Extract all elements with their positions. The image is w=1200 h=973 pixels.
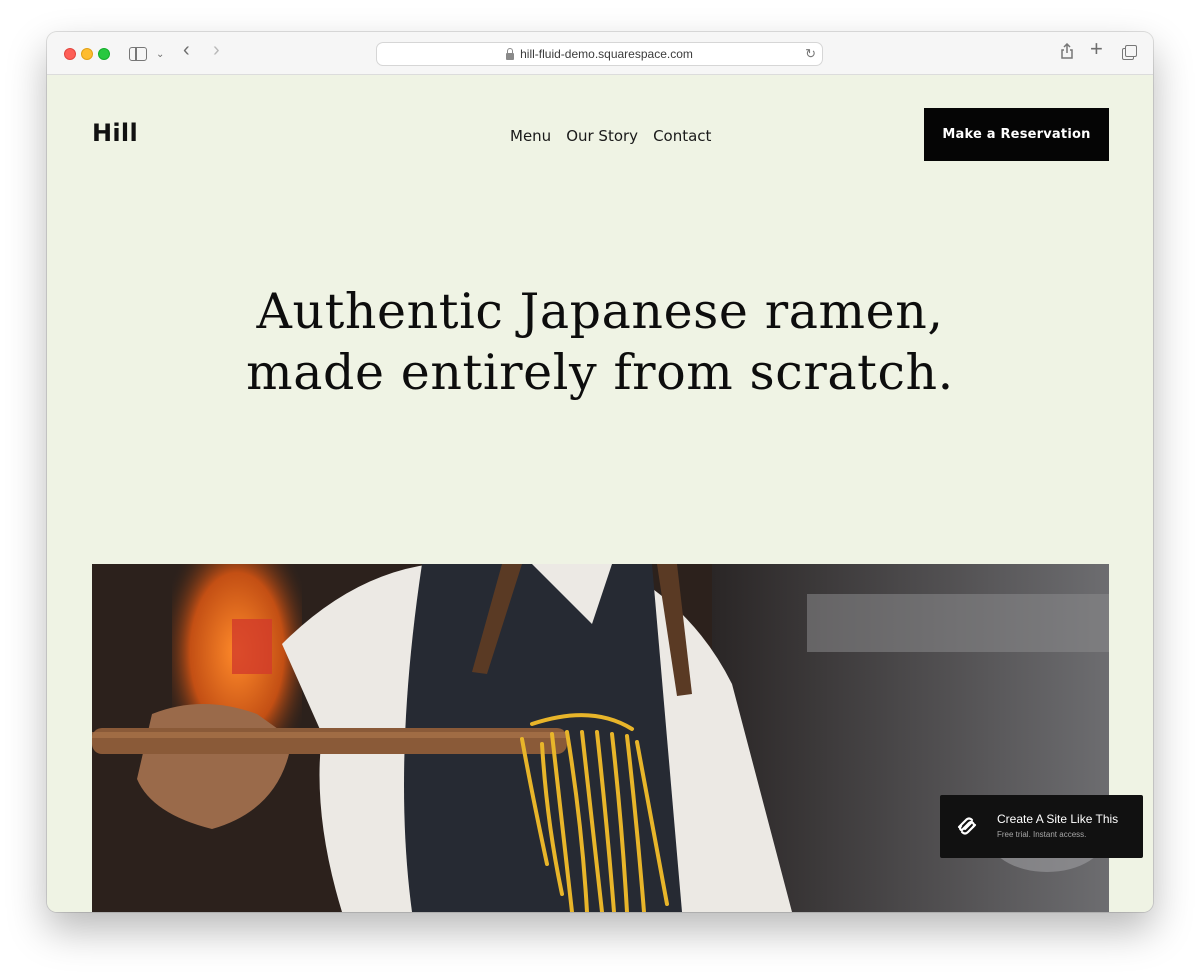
main-nav: Menu Our Story Contact [510,127,711,145]
hero-headline: Authentic Japanese ramen, made entirely … [147,281,1053,403]
reload-icon[interactable]: ↻ [805,46,816,62]
chef-noodles-illustration [92,564,1109,912]
squarespace-logo-icon [957,817,977,835]
close-window-button[interactable] [64,48,76,60]
plus-icon[interactable]: + [1090,38,1103,60]
zoom-window-button[interactable] [98,48,110,60]
nav-item-menu[interactable]: Menu [510,127,551,145]
badge-subtitle: Free trial. Instant access. [997,830,1087,839]
address-bar[interactable]: hill-fluid-demo.squarespace.com ↻ [376,42,823,66]
hero-image [92,564,1109,912]
headline-line-2: made entirely from scratch. [246,344,954,401]
lock-icon [506,47,515,60]
web-page: Hill Menu Our Story Contact Make a Reser… [47,75,1153,912]
chevron-down-icon[interactable]: ⌄ [156,45,164,65]
back-arrow-icon[interactable]: ‹ [183,40,190,60]
site-logo[interactable]: Hill [92,119,138,147]
minimize-window-button[interactable] [81,48,93,60]
badge-title: Create A Site Like This [997,812,1119,826]
create-site-badge[interactable]: Create A Site Like This Free trial. Inst… [940,795,1143,858]
url-text: hill-fluid-demo.squarespace.com [520,47,693,61]
forward-arrow-icon[interactable]: › [213,40,220,60]
share-icon[interactable] [1060,43,1074,59]
sidebar-icon[interactable] [129,47,147,61]
browser-toolbar: ⌄ ‹ › hill-fluid-demo.squarespace.com ↻ … [47,32,1153,75]
make-reservation-button[interactable]: Make a Reservation [924,108,1109,161]
headline-line-1: Authentic Japanese ramen, [256,283,944,340]
tabs-icon[interactable] [1122,45,1137,60]
nav-item-contact[interactable]: Contact [653,127,711,145]
nav-item-our-story[interactable]: Our Story [566,127,638,145]
browser-window: ⌄ ‹ › hill-fluid-demo.squarespace.com ↻ … [47,32,1153,912]
